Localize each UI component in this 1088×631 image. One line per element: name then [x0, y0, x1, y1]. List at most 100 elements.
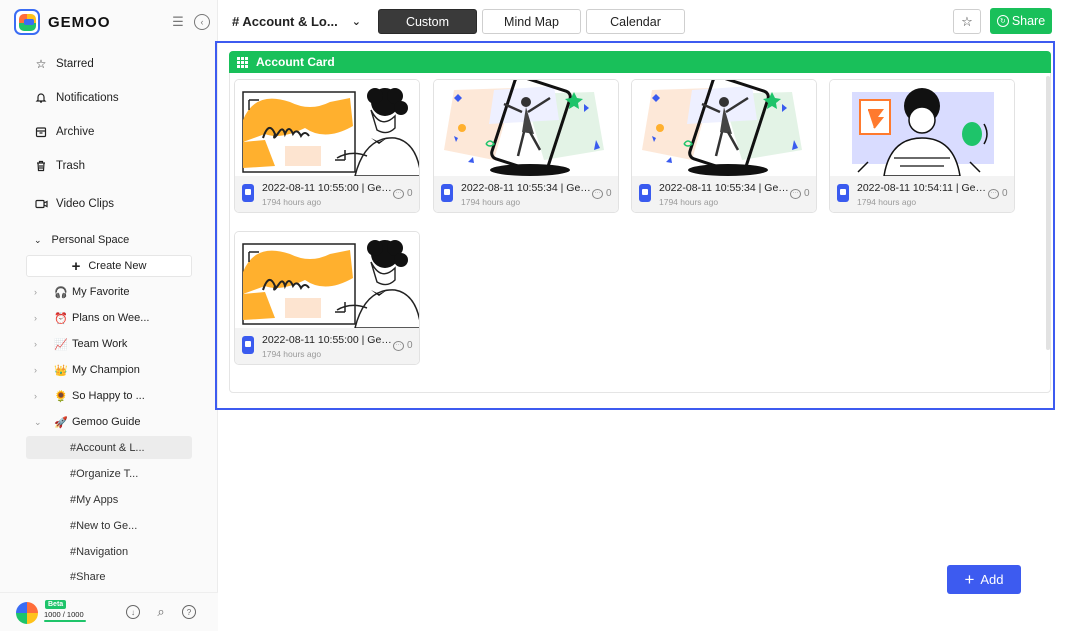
add-button[interactable]: + Add: [947, 565, 1021, 594]
comment-count[interactable]: ··· 0: [790, 188, 810, 199]
tab-custom[interactable]: Custom: [378, 9, 477, 34]
gemoo-card-icon: [242, 184, 254, 202]
person-screen-illustration: [830, 80, 1014, 176]
media-card[interactable]: 2022-08-11 10:54:11 | Gemoo 1794 hours a…: [829, 79, 1015, 213]
nav-label: Video Clips: [56, 198, 114, 210]
nav-trash[interactable]: Trash: [34, 156, 85, 176]
nav-starred[interactable]: ☆ Starred: [34, 54, 94, 74]
media-card[interactable]: 2022-08-11 10:55:00 | Gemoo 1794 hours a…: [234, 231, 420, 365]
gemoo-card-icon: [441, 184, 453, 202]
share-label: Share: [1011, 14, 1046, 28]
nav-archive[interactable]: Archive: [34, 122, 94, 142]
personal-space-label: Personal Space: [51, 234, 130, 246]
topbar: # Account & Lo... ⌄ Custom Mind Map Cale…: [218, 0, 1088, 42]
tree-item-gemoo-guide[interactable]: ⌄ 🚀 Gemoo Guide: [34, 412, 140, 432]
elmee-illustration: [235, 232, 419, 328]
tree-item-plans[interactable]: › ⏰ Plans on Wee...: [34, 308, 149, 328]
tab-mind-map[interactable]: Mind Map: [482, 9, 581, 34]
plus-icon: +: [964, 570, 975, 589]
comment-icon: ···: [592, 188, 603, 199]
guide-item-navigation[interactable]: #Navigation: [70, 542, 128, 562]
bell-icon: [34, 91, 48, 105]
menu-icon[interactable]: ☰: [170, 14, 186, 30]
card-group: Account Card 2022-08-11 10:55:00 | Gemoo…: [229, 51, 1051, 393]
breadcrumb[interactable]: # Account & Lo... ⌄: [232, 10, 361, 32]
share-icon: ↻: [996, 15, 1009, 27]
collapse-sidebar-icon[interactable]: ‹: [194, 14, 210, 30]
card-footer: 2022-08-11 10:55:34 | Gemoo 1794 hours a…: [632, 176, 816, 212]
comment-count[interactable]: ··· 0: [988, 188, 1008, 199]
tab-calendar[interactable]: Calendar: [586, 9, 685, 34]
comment-count[interactable]: ··· 0: [393, 340, 413, 351]
help-icon[interactable]: ?: [182, 605, 196, 619]
media-card[interactable]: 2022-08-11 10:55:34 | Gemoo 1794 hours a…: [433, 79, 619, 213]
tree-item-so-happy[interactable]: › 🌻 So Happy to ...: [34, 386, 145, 406]
search-icon[interactable]: ⌕: [154, 604, 168, 619]
comment-count-value: 0: [1002, 188, 1008, 199]
breadcrumb-label: # Account & Lo...: [232, 13, 338, 29]
comment-count[interactable]: ··· 0: [393, 188, 413, 199]
comment-count[interactable]: ··· 0: [592, 188, 612, 199]
gemoo-logo-icon[interactable]: [14, 9, 40, 35]
nav-notifications[interactable]: Notifications: [34, 88, 119, 108]
chevron-down-icon: ⌄: [34, 416, 42, 427]
comment-icon: ···: [393, 340, 404, 351]
star-icon: ☆: [35, 57, 47, 71]
star-icon: ☆: [961, 13, 973, 29]
media-card[interactable]: 2022-08-11 10:55:34 | Gemoo 1794 hours a…: [631, 79, 817, 213]
beta-badge: Beta: [45, 600, 67, 609]
guide-item-account[interactable]: #Account & L...: [70, 438, 145, 458]
tree-item-team-work[interactable]: › 📈 Team Work: [34, 334, 127, 354]
headphones-icon: 🎧: [54, 286, 68, 299]
card-title: 2022-08-11 10:54:11 | Gemoo: [857, 182, 989, 194]
tree-item-label: My Favorite: [72, 286, 130, 298]
tree-item-label: Team Work: [72, 338, 128, 350]
tree-item-my-champion[interactable]: › 👑 My Champion: [34, 360, 140, 380]
card-title: 2022-08-11 10:55:00 | Gemoo: [262, 334, 394, 346]
tree-item-label: My Champion: [72, 364, 140, 376]
comment-icon: ···: [790, 188, 801, 199]
comment-icon: ···: [393, 188, 404, 199]
guide-item-share[interactable]: #Share: [70, 567, 105, 587]
rocket-icon: 🚀: [54, 416, 68, 429]
card-time: 1794 hours ago: [262, 197, 322, 207]
gemoo-card-icon: [837, 184, 849, 202]
chart-icon: 📈: [54, 338, 68, 351]
card-title: 2022-08-11 10:55:34 | Gemoo: [461, 182, 593, 194]
scrollbar[interactable]: [1046, 76, 1050, 350]
tree-item-my-favorite[interactable]: › 🎧 My Favorite: [34, 282, 129, 302]
star-button[interactable]: ☆: [953, 9, 981, 34]
board-canvas: Account Card 2022-08-11 10:55:00 | Gemoo…: [215, 41, 1055, 410]
chevron-right-icon: ›: [34, 365, 37, 375]
share-button[interactable]: ↻ Share: [990, 8, 1052, 34]
nav-video-clips[interactable]: Video Clips: [34, 194, 114, 214]
group-title: Account Card: [256, 55, 335, 69]
media-card[interactable]: 2022-08-11 10:55:00 | Gemoo 1794 hours a…: [234, 79, 420, 213]
comment-icon: ···: [988, 188, 999, 199]
quota-bar: [44, 620, 86, 622]
personal-space-header[interactable]: ⌄ Personal Space: [34, 231, 129, 249]
create-new-button[interactable]: + Create New: [26, 255, 192, 277]
chevron-right-icon: ›: [34, 339, 37, 349]
plus-icon: +: [71, 257, 81, 275]
dancer-phone-illustration: [434, 80, 618, 176]
guide-item-my-apps[interactable]: #My Apps: [70, 490, 118, 510]
download-icon[interactable]: ↓: [126, 605, 140, 619]
flower-icon: 🌻: [54, 390, 68, 403]
guide-item-new-to-gemoo[interactable]: #New to Ge...: [70, 516, 137, 536]
card-title: 2022-08-11 10:55:00 | Gemoo: [262, 182, 394, 194]
guide-item-organize[interactable]: #Organize T...: [70, 464, 138, 484]
create-new-label: Create New: [88, 260, 147, 272]
nav-label: Notifications: [56, 92, 119, 104]
card-time: 1794 hours ago: [461, 197, 521, 207]
card-title: 2022-08-11 10:55:34 | Gemoo: [659, 182, 791, 194]
chevron-right-icon: ›: [34, 391, 37, 401]
archive-icon: [34, 125, 48, 139]
chevron-right-icon: ›: [34, 287, 37, 297]
chevron-down-icon: ⌄: [351, 15, 361, 28]
group-header[interactable]: Account Card: [229, 51, 1051, 73]
tree-item-label: Gemoo Guide: [72, 416, 141, 428]
sidebar-footer: Beta 1000 / 1000 ↓ ⌕ ?: [0, 592, 218, 631]
logo-row: GEMOO ☰ ‹: [14, 8, 210, 36]
card-footer: 2022-08-11 10:55:00 | Gemoo 1794 hours a…: [235, 176, 419, 212]
